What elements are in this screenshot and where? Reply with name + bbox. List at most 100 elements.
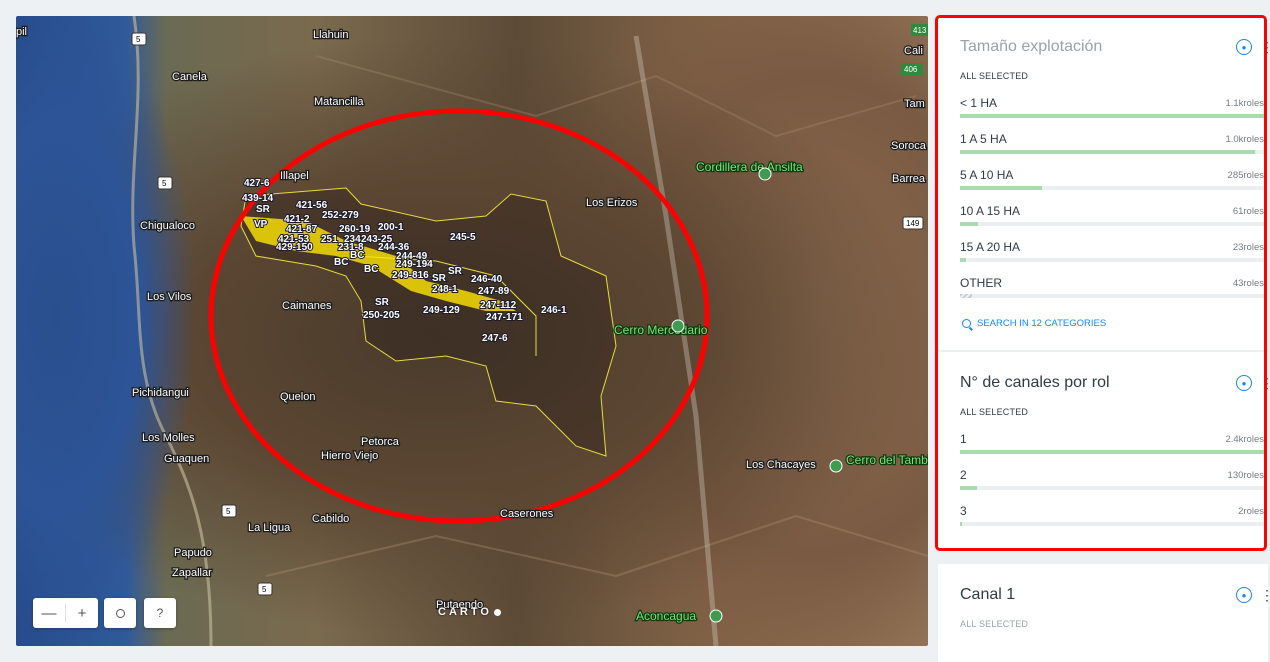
more-options-icon[interactable]: ⋮ bbox=[1260, 588, 1270, 602]
category-row[interactable]: 3 2roles bbox=[960, 504, 1264, 538]
more-options-icon[interactable]: ⋮ bbox=[1260, 376, 1270, 390]
category-label: < 1 HA bbox=[960, 96, 998, 110]
color-drop-icon[interactable]: ● bbox=[1236, 587, 1252, 603]
category-value: 23roles bbox=[1232, 242, 1264, 253]
category-bar bbox=[960, 186, 1043, 190]
parcel-label: 248-1 bbox=[432, 284, 458, 295]
map-search-button[interactable] bbox=[104, 598, 136, 628]
place-label: Zapallar bbox=[172, 567, 212, 579]
road-shield-label: 406 bbox=[904, 65, 918, 74]
category-bar-track bbox=[960, 186, 1264, 190]
place-label: Matancilla bbox=[314, 96, 364, 108]
color-drop-icon[interactable]: ● bbox=[1236, 39, 1252, 55]
category-bar-track bbox=[960, 294, 1264, 298]
category-label: 5 A 10 HA bbox=[960, 168, 1014, 182]
category-row-other[interactable]: OTHER 43roles bbox=[960, 276, 1264, 310]
place-label: Caimanes bbox=[282, 300, 332, 312]
parcel-label: BC bbox=[364, 264, 378, 275]
parcel-label: 250-205 bbox=[363, 310, 400, 321]
category-value: 43roles bbox=[1232, 278, 1264, 289]
category-value: 1.1kroles bbox=[1225, 98, 1264, 109]
category-value: 285roles bbox=[1227, 170, 1264, 181]
search-icon bbox=[962, 319, 971, 328]
place-label: Los Erizos bbox=[586, 197, 638, 209]
search-icon bbox=[115, 608, 125, 618]
category-bar bbox=[960, 486, 977, 490]
category-bar bbox=[960, 114, 1264, 118]
category-label: 1 bbox=[960, 432, 967, 446]
category-value: 2roles bbox=[1238, 506, 1264, 517]
widget-status: ALL SELECTED bbox=[960, 407, 1029, 417]
parcel-label: 249-129 bbox=[423, 305, 460, 316]
zoom-controls: — + bbox=[33, 598, 98, 628]
parcel-label: VP bbox=[254, 219, 268, 230]
parcel-label: 439-14 bbox=[242, 193, 274, 204]
category-bar-track bbox=[960, 150, 1264, 154]
parcel-label: 246-40 bbox=[471, 274, 503, 285]
category-bar-track bbox=[960, 222, 1264, 226]
widget-title: N° de canales por rol bbox=[960, 374, 1110, 391]
category-value: 1.0kroles bbox=[1225, 134, 1264, 145]
parcel-label: 247-112 bbox=[480, 300, 517, 311]
parcel-label: 247-6 bbox=[482, 333, 508, 344]
parcel-label: 251 bbox=[321, 234, 338, 245]
search-categories-link[interactable]: SEARCH IN 12 CATEGORIES bbox=[962, 318, 1106, 329]
category-label: OTHER bbox=[960, 276, 1002, 290]
widget-canales: N° de canales por rol ● ⋮ ALL SELECTED 1… bbox=[938, 352, 1270, 548]
category-row[interactable]: 1 A 5 HA 1.0kroles bbox=[960, 132, 1264, 166]
road-shield-label: 5 bbox=[262, 585, 267, 594]
parcel-label: 249-816 bbox=[392, 270, 429, 281]
map[interactable]: 5 5 5 5 413 406 149 pil Llahuin Canela M… bbox=[16, 16, 928, 646]
peak-icon bbox=[829, 459, 843, 473]
widget-actions: ● ⋮ bbox=[1236, 375, 1270, 391]
place-label: Cabildo bbox=[312, 513, 349, 525]
zoom-out-button[interactable]: — bbox=[33, 598, 65, 628]
place-label: Barrea bbox=[892, 173, 926, 185]
category-bar-track bbox=[960, 450, 1264, 454]
ridge-line bbox=[315, 55, 917, 138]
place-label: Soroca bbox=[891, 140, 927, 152]
category-bar bbox=[960, 258, 967, 262]
peak-labels: Cordillera de Ansilta Cerro Mercedario C… bbox=[613, 159, 928, 625]
category-bar-track bbox=[960, 114, 1264, 118]
category-bar bbox=[960, 294, 973, 298]
zoom-in-button[interactable]: + bbox=[66, 598, 98, 628]
category-label: 1 A 5 HA bbox=[960, 132, 1007, 146]
parcel-label: SR bbox=[256, 204, 271, 215]
category-row[interactable]: 2 130roles bbox=[960, 468, 1264, 502]
parcel-label: 249-194 bbox=[396, 259, 433, 270]
widget-actions: ● ⋮ bbox=[1236, 587, 1270, 603]
road-shield-label: 5 bbox=[226, 507, 231, 516]
peak-label: Cerro Mercedario bbox=[614, 323, 708, 337]
place-label: Canela bbox=[172, 71, 208, 83]
category-bar-track bbox=[960, 258, 1264, 262]
category-row[interactable]: < 1 HA 1.1kroles bbox=[960, 96, 1264, 130]
place-label: Caserones bbox=[500, 508, 554, 520]
category-row[interactable]: 10 A 15 HA 61roles bbox=[960, 204, 1264, 238]
more-options-icon[interactable]: ⋮ bbox=[1260, 40, 1270, 54]
category-row[interactable]: 1 2.4kroles bbox=[960, 432, 1264, 466]
search-control bbox=[104, 598, 136, 628]
place-label: Chigualoco bbox=[140, 220, 195, 232]
carto-attribution[interactable]: CARTO bbox=[438, 606, 501, 618]
parcel-label: SR bbox=[448, 266, 463, 277]
peak-icon bbox=[709, 609, 723, 623]
parcel-label: 427-6 bbox=[244, 178, 270, 189]
widget-status: ALL SELECTED bbox=[960, 619, 1029, 629]
ridge-line bbox=[265, 514, 928, 578]
parcel-label: BC bbox=[350, 250, 364, 261]
place-label: Tam bbox=[904, 98, 925, 110]
category-row[interactable]: 15 A 20 HA 23roles bbox=[960, 240, 1264, 274]
category-label: 10 A 15 HA bbox=[960, 204, 1021, 218]
road-shield-label: 149 bbox=[906, 219, 920, 228]
peak-icon bbox=[671, 319, 685, 333]
place-label: Los Molles bbox=[142, 432, 195, 444]
help-button[interactable]: ? bbox=[144, 598, 176, 628]
parcel-label: 200-1 bbox=[378, 222, 404, 233]
category-row[interactable]: 5 A 10 HA 285roles bbox=[960, 168, 1264, 202]
color-drop-icon[interactable]: ● bbox=[1236, 375, 1252, 391]
road-shield-label: 5 bbox=[162, 179, 167, 188]
search-categories-label: SEARCH IN 12 CATEGORIES bbox=[977, 318, 1107, 329]
widget-tamano: Tamaño explotación ● ⋮ ALL SELECTED < 1 … bbox=[938, 16, 1270, 350]
help-control: ? bbox=[144, 598, 176, 628]
